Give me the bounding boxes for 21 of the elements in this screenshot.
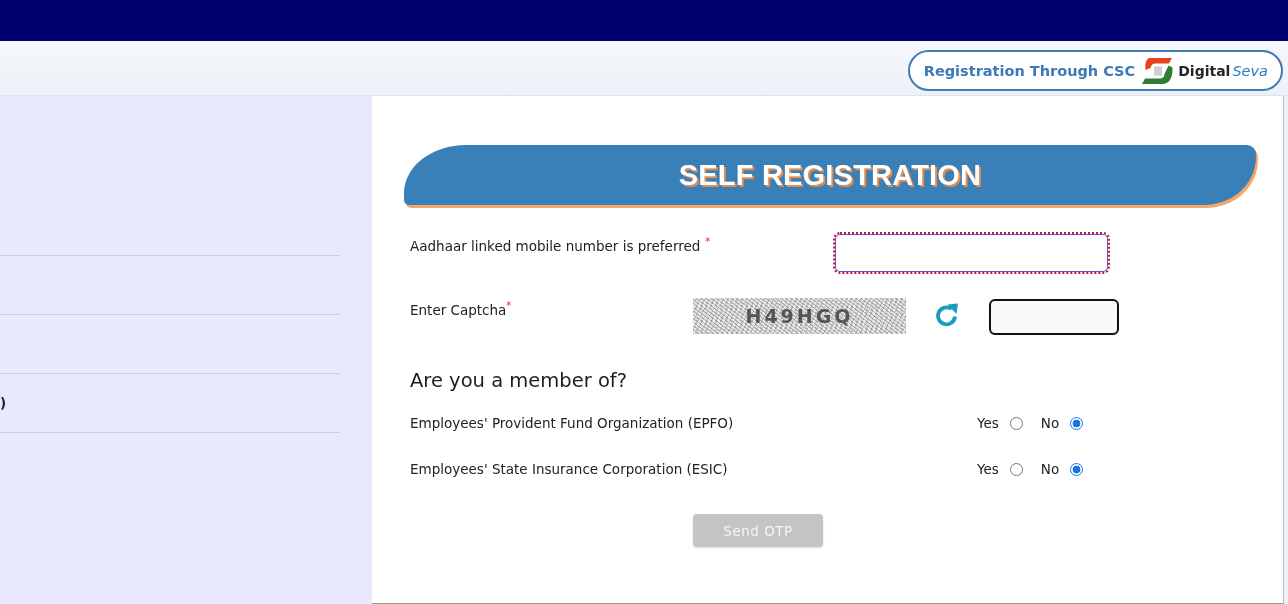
field-label: Aadhaar linked mobile number is preferred $^{*}$	[410, 235, 712, 255]
radio-button[interactable]	[1070, 462, 1084, 476]
mobile-number-field[interactable]	[835, 234, 1108, 272]
option-label[interactable]: Yes	[977, 461, 999, 477]
option-label[interactable]: No	[1040, 461, 1060, 477]
refresh-icon[interactable]	[934, 303, 959, 328]
field-label: Enter Captcha$^{*}$	[410, 299, 513, 319]
question-label: Employees' State Insurance Corporation (ESIC)	[410, 461, 729, 477]
captcha-image: H49HGQ	[693, 298, 906, 334]
radio-button[interactable]	[1070, 416, 1084, 430]
title-banner: SELF REGISTRATION	[404, 145, 1256, 205]
option-label[interactable]: No	[1040, 415, 1060, 431]
captcha-field[interactable]	[989, 299, 1119, 335]
logo-icon	[1141, 56, 1174, 85]
option-label[interactable]: Yes	[977, 415, 999, 431]
radio-button[interactable]	[1009, 416, 1023, 430]
section-heading: Are you a member of?	[410, 368, 629, 394]
csc-registration-button[interactable]: Registration Through CSC Digital Seva	[907, 50, 1283, 91]
question-label: Employees' Provident Fund Organization (EPFO)	[410, 415, 735, 431]
radio-button[interactable]	[1009, 462, 1023, 476]
sidebar-item[interactable]: )	[0, 395, 7, 411]
